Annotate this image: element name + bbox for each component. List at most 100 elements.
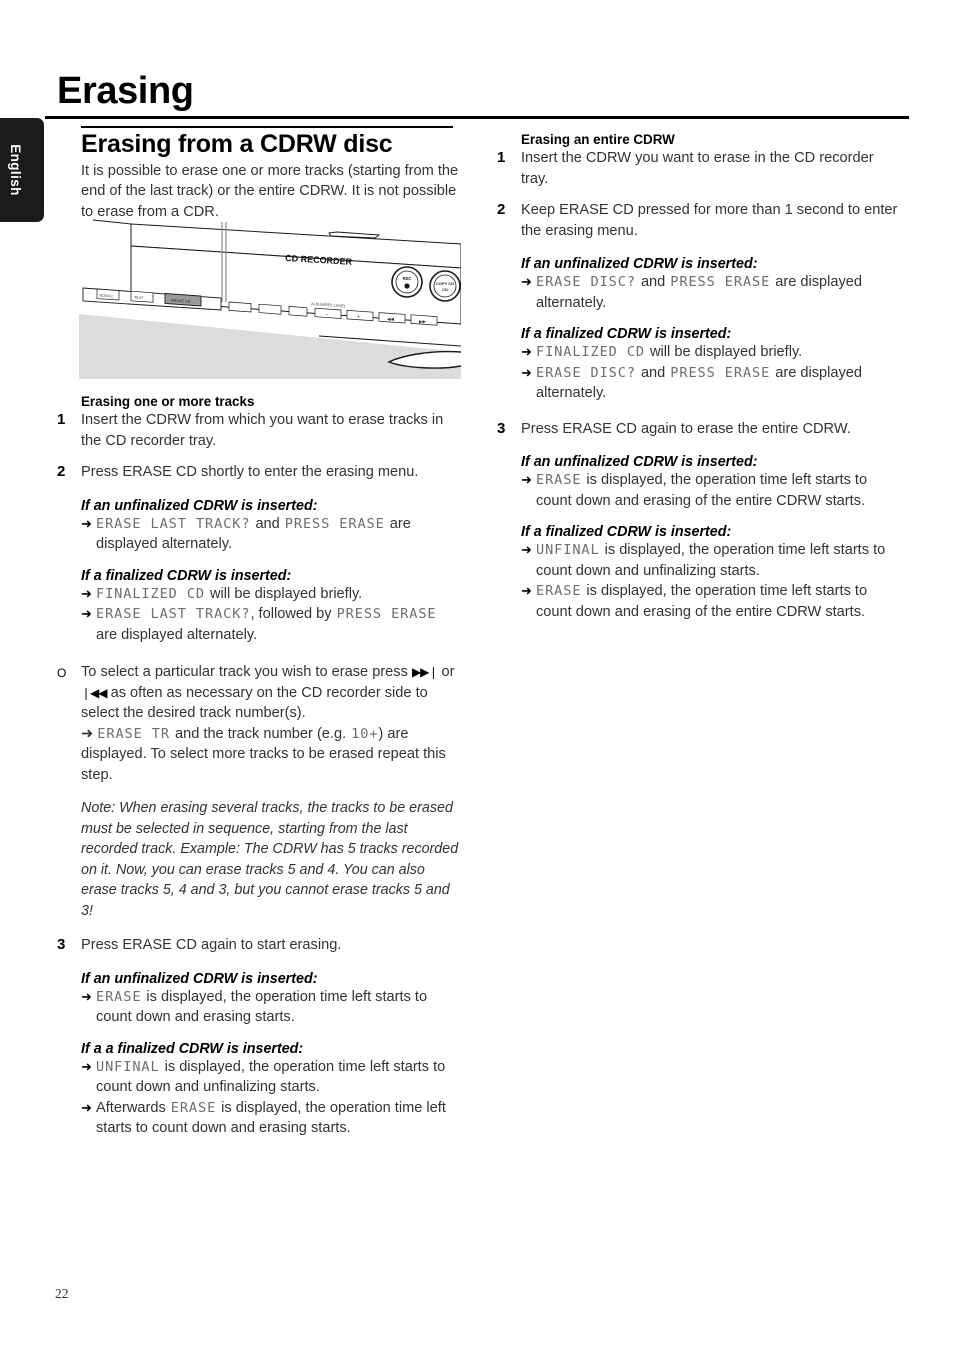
condition-heading: If an unfinalized CDRW is inserted: [81,497,318,514]
step-item: 1 Insert the CDRW from which you want to… [57,410,461,451]
condition-heading: If a a finalized CDRW is inserted: [81,1040,304,1057]
condition-heading: If an unfinalized CDRW is inserted: [521,454,758,470]
device-edge-line [92,219,132,225]
arrow-icon: ➜ [81,585,92,601]
arrow-icon: ➜ [81,1099,92,1115]
condition-heading: If a finalized CDRW is inserted: [521,326,732,342]
bullet-connector: or [441,664,455,681]
bullet-text: To select a particular track you wish to… [81,664,408,681]
lcd-display-text: ERASE [536,472,582,488]
result-connector: and [255,515,280,532]
lcd-display-text: PRESS ERASE [336,606,437,623]
step-number: 3 [57,936,66,954]
circle-bullet-icon: O [57,666,67,681]
lcd-display-text: ERASE TR [97,725,170,742]
rec-dot-icon [404,283,410,289]
level-plus-button[interactable] [346,310,374,322]
result-line: ➜ FINALIZED CD will be displayed briefly. [521,342,901,363]
result-line: ➜ Afterwards ERASE is displayed, the opera… [81,1098,461,1139]
result-text: and the track number (e.g. [174,725,347,742]
arrow-icon: ➜ [81,606,92,622]
step-text: Keep ERASE CD pressed for more than 1 se… [521,202,898,239]
copy-cd-knob-sublabel: CD [442,287,448,292]
lcd-display-text: FINALIZED CD [536,344,646,360]
result-text: are displayed alternately. [96,626,258,643]
subheading-erasing-tracks: Erasing one or more tracks [81,394,255,410]
step-number: 1 [57,411,66,429]
condition-heading: If a finalized CDRW is inserted: [521,524,732,540]
copy-cd-knob-label: COPY CD [436,281,454,286]
result-connector: , followed by [250,606,332,623]
rec-knob[interactable]: REC [391,266,423,298]
result-connector: and [640,364,666,381]
result-line: ➜ ERASE DISC? and PRESS ERASE are displayed… [521,272,901,313]
rec-knob-label: REC [403,276,412,281]
lcd-display-text: ERASE [170,1099,217,1116]
lcd-display-text: ERASE DISC? [536,274,636,290]
arrow-icon: ➜ [81,1058,92,1074]
step-item: 3 Press ERASE CD again to erase the enti… [497,419,901,440]
level-plus-label: + [357,315,360,321]
lcd-display-text: 10+ [351,725,379,742]
condition-heading: If a finalized CDRW is inserted: [81,567,292,584]
result-line: ➜ ERASE LAST TRACK? and PRESS ERASE are dis… [81,514,461,555]
step-text: Press ERASE CD again to erase the entire… [521,420,851,437]
result-lead: Afterwards [96,1099,166,1116]
arrow-icon: ➜ [521,274,532,289]
step-item: 2 Press ERASE CD shortly to enter the er… [57,462,461,483]
lcd-display-text: ERASE [536,583,582,599]
device-body-fill [79,314,461,379]
bullet-text: as often as necessary on the CD recorder… [81,684,428,722]
section-intro: It is possible to erase one or more trac… [81,162,459,220]
arrow-icon: ➜ [521,472,532,487]
pause-button[interactable] [288,306,308,317]
copy-cd-knob[interactable]: COPY CD CD [429,270,461,302]
step-number: 1 [497,149,506,166]
condition-heading: If an unfinalized CDRW is inserted: [521,256,758,272]
arrow-icon: ➜ [521,542,532,557]
play-button[interactable] [228,301,252,313]
arrow-icon: ➜ [521,344,532,359]
title-rule [45,116,909,119]
bullet-item: O To select a particular track you wish … [57,662,461,785]
level-minus-button[interactable] [314,307,342,319]
note-text: Note: When erasing several tracks, the t… [81,800,459,919]
arrow-icon: ➜ [81,515,92,531]
arrow-icon: ➜ [81,988,92,1004]
result-line: ➜ ERASE is displayed, the operation time … [521,581,901,622]
lcd-display-text: ERASE LAST TRACK? [96,606,251,623]
arrow-icon: ➜ [521,583,532,598]
result-text: is displayed, the operation time left st… [536,583,868,620]
page-title: Erasing [57,70,194,112]
result-line: ➜ ERASE DISC? and PRESS ERASE are displayed… [521,363,901,404]
lcd-display-text: PRESS ERASE [284,515,385,532]
arrow-icon: ➜ [81,725,94,742]
cd-recorder-drawing: CD RECORDER SCROLL TEXT ERASE CD – + ◀◀ … [79,219,461,379]
lcd-display-text: ERASE [96,988,142,1005]
button-text-label: TEXT [134,296,144,301]
section-rule [81,126,453,128]
language-tab-label: English [8,144,23,196]
result-text: will be displayed briefly. [650,344,803,360]
level-minus-label: – [325,312,328,318]
result-line: ➜ FINALIZED CD will be displayed briefly. [81,584,461,605]
lcd-display-text: ERASE LAST TRACK? [96,515,251,532]
step-text: Press ERASE CD again to start erasing. [81,937,342,954]
step-text: Insert the CDRW you want to erase in the… [521,150,874,187]
page-number: 22 [55,1286,69,1301]
step-item: 1 Insert the CDRW you want to erase in t… [497,148,901,189]
result-connector: and [640,274,666,290]
next-track-icon: ▶▶❘ [411,665,438,680]
previous-track-icon: ❘◀◀ [81,685,107,700]
lcd-display-text: PRESS ERASE [670,274,771,290]
result-line: ➜ ERASE is displayed, the operation time … [81,987,461,1028]
subheading-erasing-entire-cdrw: Erasing an entire CDRW [521,132,675,147]
lcd-display-text: ERASE DISC? [536,364,636,381]
condition-heading: If an unfinalized CDRW is inserted: [81,970,318,987]
arrow-icon: ➜ [521,364,532,380]
step-text: Insert the CDRW from which you want to e… [81,412,444,449]
lcd-display-text: FINALIZED CD [96,585,206,602]
stop-button[interactable] [258,303,282,315]
language-tab-english: English [0,118,44,222]
step-number: 2 [497,201,506,218]
